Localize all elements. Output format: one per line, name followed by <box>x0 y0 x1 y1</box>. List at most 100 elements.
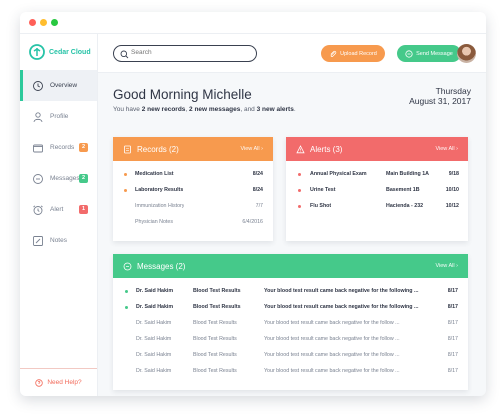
list-item[interactable]: Urine Test Basement 1B 10/10 <box>286 182 468 198</box>
message-sender: Dr. Said Hakim <box>136 352 172 358</box>
message-subject: Blood Test Results <box>193 352 237 358</box>
paperclip-icon <box>330 50 337 57</box>
list-item[interactable]: Medication List 8/24 <box>113 166 273 182</box>
sidebar-item-profile[interactable]: Profile <box>20 101 97 132</box>
alerts-card: Alerts (3) View All › Annual Physical Ex… <box>286 137 468 241</box>
sidebar-item-messages[interactable]: Messages 2 <box>20 163 97 194</box>
message-date: 8/17 <box>447 336 458 342</box>
message-subject: Blood Test Results <box>193 288 241 294</box>
message-preview: Your blood test result came back negativ… <box>264 288 419 294</box>
alerts-list: Annual Physical Exam Main Building 1A 9/18… <box>286 161 468 214</box>
alert-location: Main Building 1A <box>386 171 429 177</box>
need-help-label: Need Help? <box>47 379 82 386</box>
sidebar-item-label: Messages <box>50 175 80 182</box>
alert-date: 10/12 <box>445 203 459 209</box>
search-box[interactable] <box>113 45 257 62</box>
sidebar-item-label: Records <box>50 144 75 151</box>
records-view-all-link[interactable]: View All › <box>240 146 263 152</box>
records-card: Records (2) View All › Medication List 8/… <box>113 137 273 241</box>
records-card-header: Records (2) View All › <box>113 137 273 161</box>
table-row[interactable]: Dr. Said Hakim Blood Test Results Your blo… <box>113 283 468 299</box>
list-item[interactable]: Immunization History 7/7 <box>113 198 273 214</box>
message-sender: Dr. Said Hakim <box>136 288 174 294</box>
alarm-icon <box>33 204 43 215</box>
message-preview: Your blood test result came back negativ… <box>264 304 419 310</box>
table-row[interactable]: Dr. Said Hakim Blood Test Results Your blo… <box>113 363 468 379</box>
table-row[interactable]: Dr. Said Hakim Blood Test Results Your blo… <box>113 315 468 331</box>
full-date: August 31, 2017 <box>409 96 471 106</box>
message-sender: Dr. Said Hakim <box>136 336 172 342</box>
list-item[interactable]: Annual Physical Exam Main Building 1A 9/18 <box>286 166 468 182</box>
message-date: 8/17 <box>447 320 458 326</box>
view-all-label: View All <box>435 263 455 269</box>
records-list: Medication List 8/24 Laboratory Results 8/… <box>113 161 273 230</box>
table-row[interactable]: Dr. Said Hakim Blood Test Results Your blo… <box>113 347 468 363</box>
list-item[interactable]: Laboratory Results 8/24 <box>113 182 273 198</box>
need-help-link[interactable]: Need Help? <box>20 368 97 396</box>
records-count-badge: 2 <box>79 143 88 152</box>
summary-suffix: . <box>293 106 296 113</box>
app-window: Cedar Cloud Overview Profile Records 2 M… <box>20 12 486 396</box>
close-window-button[interactable] <box>29 19 36 26</box>
avatar[interactable] <box>457 44 476 63</box>
summary-messages: 2 new messages <box>189 106 241 113</box>
record-name: Laboratory Results <box>135 187 184 193</box>
alerts-card-header: Alerts (3) View All › <box>286 137 468 161</box>
folder-icon <box>33 144 43 152</box>
upload-record-button[interactable]: Upload Record <box>321 45 385 62</box>
new-indicator <box>125 306 128 309</box>
list-item[interactable]: Flu Shot Hacienda - 232 10/12 <box>286 198 468 214</box>
search-input[interactable] <box>131 49 251 56</box>
record-date: 7/7 <box>255 203 263 209</box>
pencil-icon <box>33 235 43 246</box>
app-name: Cedar Cloud <box>49 48 91 56</box>
messages-card-header: Messages (2) View All › <box>113 254 468 278</box>
sidebar-item-overview[interactable]: Overview <box>20 70 97 101</box>
table-row[interactable]: Dr. Said Hakim Blood Test Results Your blo… <box>113 331 468 347</box>
sidebar-item-notes[interactable]: Notes <box>20 225 97 256</box>
record-name: Immunization History <box>135 203 185 209</box>
message-preview: Your blood test result came back negativ… <box>264 320 400 326</box>
document-icon <box>124 145 131 153</box>
alert-date: 10/10 <box>445 187 459 193</box>
record-date: 6/4/2016 <box>242 219 263 225</box>
messages-card: Messages (2) View All › Dr. Said Hakim Bl… <box>113 254 468 390</box>
sidebar-item-alert[interactable]: Alert 1 <box>20 194 97 225</box>
view-all-label: View All <box>240 146 260 152</box>
alerts-view-all-link[interactable]: View All › <box>435 146 458 152</box>
record-date: 8/24 <box>252 171 263 177</box>
new-indicator <box>298 189 301 192</box>
summary-prefix: You have <box>113 106 142 113</box>
alerts-card-title: Alerts (3) <box>310 144 343 154</box>
alerts-count-badge: 1 <box>79 205 88 214</box>
chat-icon <box>123 262 132 270</box>
message-preview: Your blood test result came back negativ… <box>264 352 400 358</box>
sidebar-item-label: Overview <box>50 82 78 89</box>
messages-count-badge: 2 <box>79 174 88 183</box>
message-sender: Dr. Said Hakim <box>136 320 172 326</box>
messages-view-all-link[interactable]: View All › <box>435 263 458 269</box>
record-date: 8/24 <box>252 187 263 193</box>
sidebar-item-records[interactable]: Records 2 <box>20 132 97 163</box>
send-message-label: Send Message <box>416 50 453 57</box>
summary-separator: , and <box>240 106 257 113</box>
table-row[interactable]: Dr. Said Hakim Blood Test Results Your blo… <box>113 299 468 315</box>
send-message-button[interactable]: Send Message <box>397 45 461 62</box>
sidebar-item-label: Profile <box>50 113 69 120</box>
brand[interactable]: Cedar Cloud <box>20 34 97 70</box>
message-preview: Your blood test result came back negativ… <box>264 336 400 342</box>
message-date: 8/17 <box>447 288 458 294</box>
greeting-title: Good Morning Michelle <box>113 87 252 102</box>
new-indicator <box>125 290 128 293</box>
list-item[interactable]: Physician Notes 6/4/2016 <box>113 214 273 230</box>
message-sender: Dr. Said Hakim <box>136 368 172 374</box>
record-name: Medication List <box>135 171 174 177</box>
alert-name: Flu Shot <box>310 203 332 209</box>
message-date: 8/17 <box>447 368 458 374</box>
sidebar: Cedar Cloud Overview Profile Records 2 M… <box>20 34 98 396</box>
sidebar-item-label: Notes <box>50 237 67 244</box>
maximize-window-button[interactable] <box>51 19 58 26</box>
chat-bubble-icon <box>405 49 413 58</box>
new-indicator <box>298 205 301 208</box>
minimize-window-button[interactable] <box>40 19 47 26</box>
